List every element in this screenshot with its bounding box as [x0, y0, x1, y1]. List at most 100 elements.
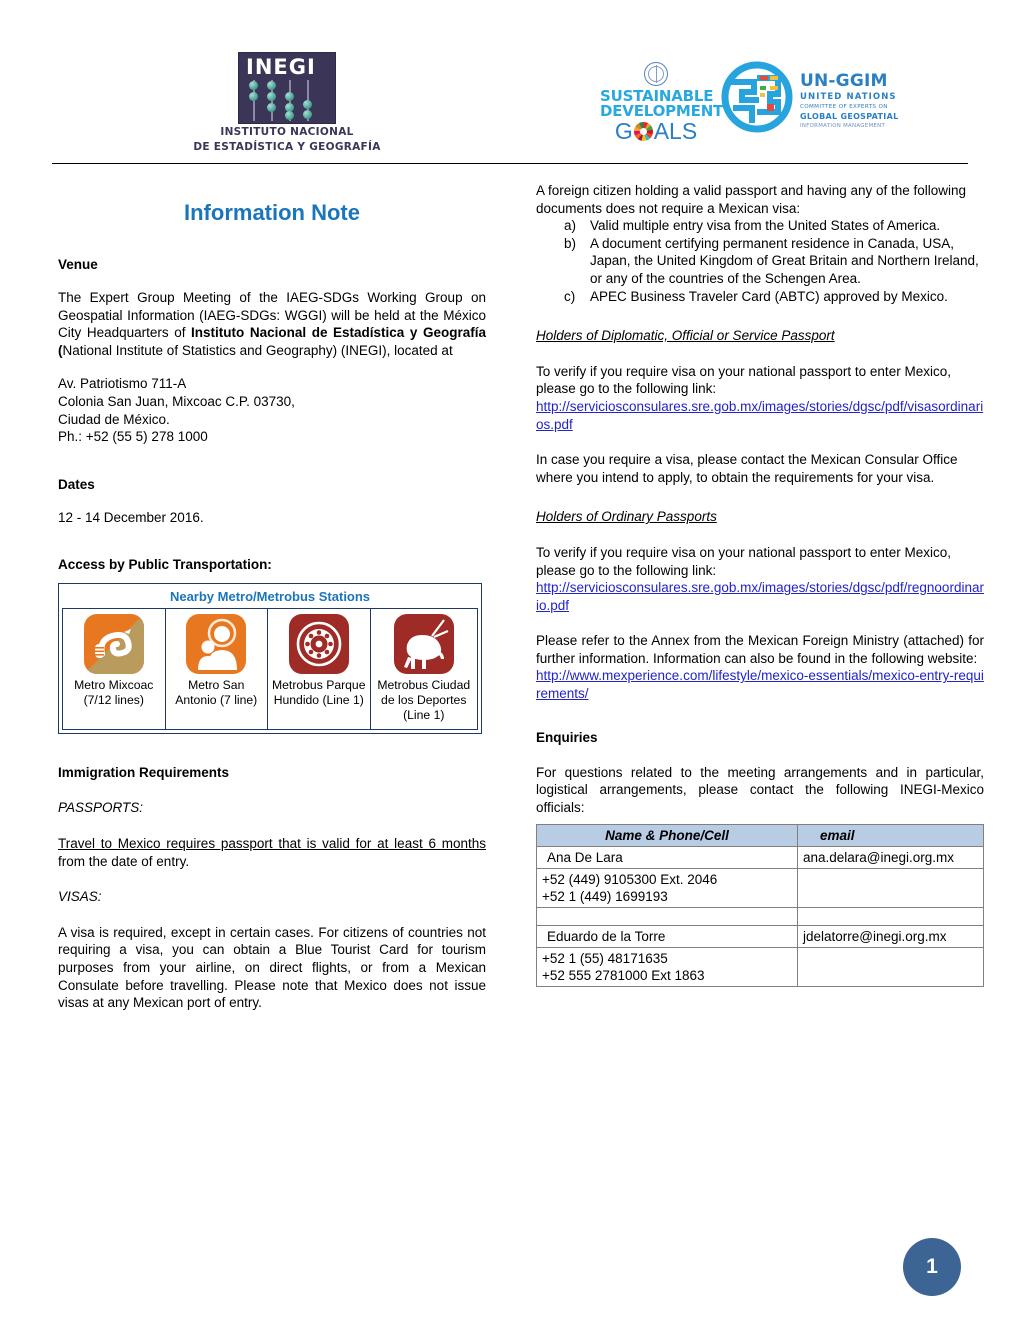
address-phone: Ph.: +52 (55 5) 278 1000: [58, 429, 208, 445]
dates-heading: Dates: [58, 476, 95, 492]
bull-icon: [393, 614, 454, 675]
table-row: Ana De Lara ana.delara@inegi.org.mx: [536, 846, 984, 870]
list-text: APEC Business Traveler Card (ABTC) appro…: [590, 288, 948, 304]
contact-name: Ana De Lara: [536, 846, 798, 870]
immigration-heading: Immigration Requirements: [58, 765, 230, 781]
list-item: c) APEC Business Traveler Card (ABTC) ap…: [564, 288, 984, 306]
visa-exemption-list: a) Valid multiple entry visa from the Un…: [536, 217, 984, 305]
annex-link[interactable]: http://www.mexperience.com/lifestyle/mex…: [536, 667, 984, 702]
sdg-logo: SUSTAINABLE DEVELOPMENT G ALS: [600, 62, 724, 143]
metro-station-label: Metro Mixcoac (7/12 lines): [74, 678, 154, 708]
table-row: [536, 907, 984, 927]
inegi-logo: INEGI INSTITUTO NACIONAL DE ESTADÍSTICA …: [192, 52, 382, 153]
metrobus-station-label: Metrobus Ciudad de los Deportes (Line 1): [377, 678, 471, 723]
metro-stations-table: Nearby Metro/Metrobus Stations Metro Mix…: [58, 583, 482, 735]
contact-phones: +52 1 (55) 48171635 +52 555 2781000 Ext …: [536, 947, 798, 988]
page-number-badge: 1: [903, 1238, 961, 1296]
column-header-email: email: [797, 824, 984, 848]
table-header-row: Name & Phone/Cell email: [536, 824, 984, 848]
contact-name: Eduardo de la Torre: [536, 925, 798, 949]
table-row: +52 (449) 9105300 Ext. 2046 +52 1 (449) …: [536, 868, 984, 909]
sdg-goals-g: G: [614, 118, 633, 144]
ggim-line2: UNITED NATIONS: [800, 92, 897, 102]
annex-text: Please refer to the Annex from the Mexic…: [536, 633, 984, 666]
contact-email-empty: [797, 947, 984, 988]
contact-email[interactable]: ana.delara@inegi.org.mx: [797, 846, 984, 870]
dates-value: 12 - 14 December 2016.: [58, 509, 204, 525]
list-text: A document certifying permanent residenc…: [590, 235, 979, 286]
ggim-globe-icon: [720, 60, 794, 134]
column-header-name-phone: Name & Phone/Cell: [536, 824, 798, 848]
diplomatic-passport-text: To verify if you require visa on your na…: [536, 363, 951, 397]
address-line-1: Av. Patriotismo 711-A: [58, 376, 187, 392]
fountain-ring-icon: [288, 614, 349, 675]
list-text: Valid multiple entry visa from the Unite…: [590, 218, 941, 234]
visas-paragraph: A visa is required, except in certain ca…: [58, 924, 486, 1011]
contact-email-empty: [797, 868, 984, 909]
venue-heading: Venue: [58, 257, 98, 272]
metro-station-san-antonio[interactable]: Metro San Antonio (7 line): [166, 609, 268, 730]
list-item: b) A document certifying permanent resid…: [564, 235, 984, 288]
passports-paragraph: Travel to Mexico requires passport that …: [58, 835, 486, 870]
passports-underlined-text: Travel to Mexico requires passport that …: [58, 835, 486, 851]
address-line-3: Ciudad de México.: [58, 411, 170, 427]
consular-office-text: In case you require a visa, please conta…: [536, 452, 958, 485]
inegi-logo-line1: INSTITUTO NACIONAL: [220, 126, 354, 138]
spacer-cell: [536, 907, 798, 927]
metrobus-station-ciudad-de-los-deportes[interactable]: Metrobus Ciudad de los Deportes (Line 1): [371, 609, 478, 730]
table-row: Eduardo de la Torre jdelatorre@inegi.org…: [536, 925, 984, 949]
left-column: Information Note Venue The Expert Group …: [58, 182, 486, 1012]
metrobus-station-parque-hundido[interactable]: Metrobus Parque Hundido (Line 1): [268, 609, 371, 730]
passports-rest-text: from the date of entry.: [58, 853, 190, 869]
ggim-line3: COMMITTEE OF EXPERTS ON: [800, 104, 888, 110]
inegi-logo-wordmark: INEGI: [246, 55, 316, 79]
access-heading: Access by Public Transportation:: [58, 557, 272, 573]
spacer-cell: [797, 907, 984, 927]
sdg-color-wheel-icon: [633, 121, 653, 141]
snake-head-icon: [83, 614, 144, 675]
un-emblem-icon: [644, 62, 668, 86]
visa-exemption-intro: A foreign citizen holding a valid passpo…: [536, 183, 967, 216]
header-divider: [52, 163, 968, 164]
abacus-graphic: [247, 80, 329, 121]
inegi-abacus-icon: INEGI: [238, 52, 336, 124]
venue-paragraph: The Expert Group Meeting of the IAEG-SDG…: [58, 289, 486, 359]
ggim-line4: GLOBAL GEOSPATIAL: [800, 112, 899, 121]
document-page: INEGI INSTITUTO NACIONAL DE ESTADÍSTICA …: [0, 0, 1020, 1320]
ordinary-passport-heading: Holders of Ordinary Passports: [536, 509, 717, 525]
table-row: +52 1 (55) 48171635 +52 555 2781000 Ext …: [536, 947, 984, 988]
metro-table-title: Nearby Metro/Metrobus Stations: [169, 589, 371, 605]
sdg-line2: DEVELOPMENT: [600, 102, 724, 120]
ggim-wordmark: UN-GGIM UNITED NATIONS COMMITTEE OF EXPE…: [800, 72, 905, 129]
ggim-line5: INFORMATION MANAGEMENT: [800, 123, 886, 129]
list-marker: a): [564, 218, 577, 234]
venue-text-part3: National Institute of Statistics and Geo…: [62, 342, 453, 358]
diplomatic-passport-heading: Holders of Diplomatic, Official or Servi…: [536, 328, 835, 344]
metrobus-station-label: Metrobus Parque Hundido (Line 1): [272, 678, 366, 708]
inegi-logo-line2: DE ESTADÍSTICA Y GEOGRAFÍA: [193, 140, 381, 153]
contact-email[interactable]: jdelatorre@inegi.org.mx: [797, 925, 984, 949]
metro-station-label: Metro San Antonio (7 line): [175, 678, 258, 708]
contacts-table: Name & Phone/Cell email Ana De Lara ana.…: [536, 824, 984, 988]
ordinary-passport-link[interactable]: http://serviciosconsulares.sre.gob.mx/im…: [536, 579, 984, 614]
enquiries-heading: Enquiries: [536, 729, 598, 745]
contact-phones: +52 (449) 9105300 Ext. 2046 +52 1 (449) …: [536, 868, 798, 909]
list-marker: c): [564, 288, 576, 304]
metro-station-mixcoac[interactable]: Metro Mixcoac (7/12 lines): [63, 609, 166, 730]
document-header: INEGI INSTITUTO NACIONAL DE ESTADÍSTICA …: [0, 0, 1020, 165]
partner-logos: SUSTAINABLE DEVELOPMENT G ALS UN-GGIM UN…: [600, 58, 900, 144]
list-item: a) Valid multiple entry visa from the Un…: [564, 217, 984, 235]
address-line-2: Colonia San Juan, Mixcoac C.P. 03730,: [58, 393, 295, 409]
diplomatic-passport-link[interactable]: http://serviciosconsulares.sre.gob.mx/im…: [536, 398, 984, 433]
passports-label: PASSPORTS:: [58, 800, 144, 816]
page-title: Information Note: [184, 200, 360, 225]
list-marker: b): [564, 235, 577, 251]
sdg-goals-als: ALS: [653, 118, 698, 144]
sdg-line3: G ALS: [600, 119, 712, 143]
saint-anthony-icon: [186, 614, 247, 675]
visas-label: VISAS:: [58, 889, 102, 905]
right-column: A foreign citizen holding a valid passpo…: [536, 182, 984, 988]
enquiries-text: For questions related to the meeting arr…: [536, 764, 984, 815]
metro-station-row: Metro Mixcoac (7/12 lines) Metro San Ant…: [62, 608, 478, 731]
ordinary-passport-text: To verify if you require visa on your na…: [536, 544, 951, 578]
